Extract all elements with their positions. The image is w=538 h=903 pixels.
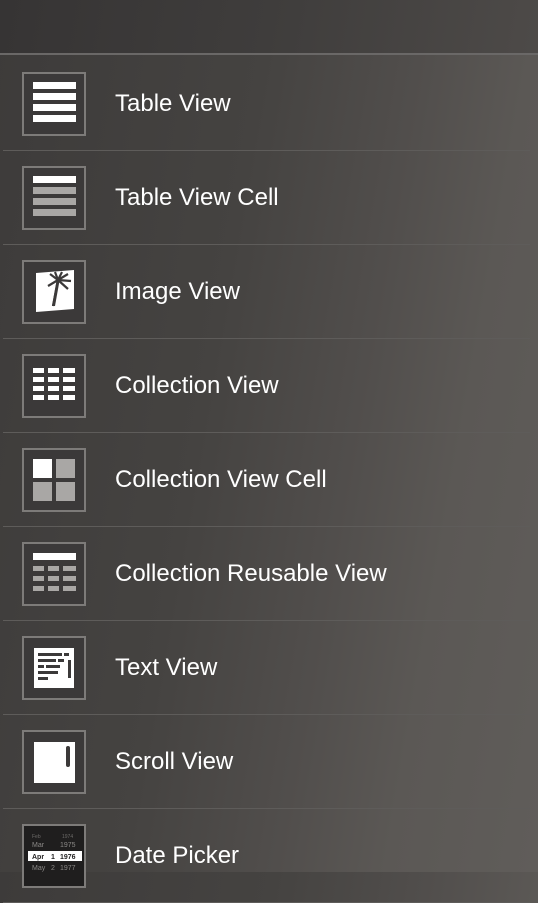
object-library-list[interactable]: Table View Table View Cell Image View Co… — [0, 57, 538, 903]
library-item-collection-view-cell[interactable]: Collection View Cell — [3, 433, 530, 527]
library-item-label: Collection Reusable View — [115, 560, 387, 587]
library-item-table-view[interactable]: Table View — [3, 57, 530, 151]
library-item-image-view[interactable]: Image View — [3, 245, 530, 339]
date-picker-icon: Feb 1974 Mar 1975 Apr 1 1976 May 2 1977 — [22, 824, 86, 888]
library-item-label: Collection View — [115, 372, 279, 399]
svg-text:Apr: Apr — [32, 854, 44, 861]
svg-text:1975: 1975 — [60, 842, 76, 849]
library-item-collection-view[interactable]: Collection View — [3, 339, 530, 433]
library-item-label: Scroll View — [115, 748, 234, 775]
library-item-text-view[interactable]: Text View — [3, 621, 530, 715]
collection-view-icon — [22, 354, 86, 418]
library-item-label: Table View Cell — [115, 184, 279, 211]
table-view-icon — [22, 72, 86, 136]
library-header — [0, 0, 538, 55]
library-item-label: Collection View Cell — [115, 466, 327, 493]
svg-text:2: 2 — [51, 865, 55, 872]
table-view-cell-icon — [22, 166, 86, 230]
svg-text:Mar: Mar — [32, 842, 45, 849]
svg-text:1974: 1974 — [62, 834, 73, 840]
svg-text:1976: 1976 — [60, 854, 76, 861]
image-view-icon — [22, 260, 86, 324]
collection-reusable-view-icon — [22, 542, 86, 606]
library-item-label: Date Picker — [115, 842, 240, 869]
svg-text:1: 1 — [51, 854, 55, 861]
text-view-icon — [22, 636, 86, 700]
svg-text:May: May — [32, 865, 46, 872]
library-item-label: Image View — [115, 278, 240, 305]
library-item-label: Table View — [115, 90, 231, 117]
library-item-scroll-view[interactable]: Scroll View — [3, 715, 530, 809]
library-item-collection-reusable-view[interactable]: Collection Reusable View — [3, 527, 530, 621]
scroll-view-icon — [22, 730, 86, 794]
svg-text:Feb: Feb — [32, 834, 41, 840]
library-item-table-view-cell[interactable]: Table View Cell — [3, 151, 530, 245]
svg-text:1977: 1977 — [60, 865, 76, 872]
library-item-date-picker[interactable]: Feb 1974 Mar 1975 Apr 1 1976 May 2 1977 … — [3, 809, 530, 903]
collection-view-cell-icon — [22, 448, 86, 512]
library-item-label: Text View — [115, 654, 218, 681]
